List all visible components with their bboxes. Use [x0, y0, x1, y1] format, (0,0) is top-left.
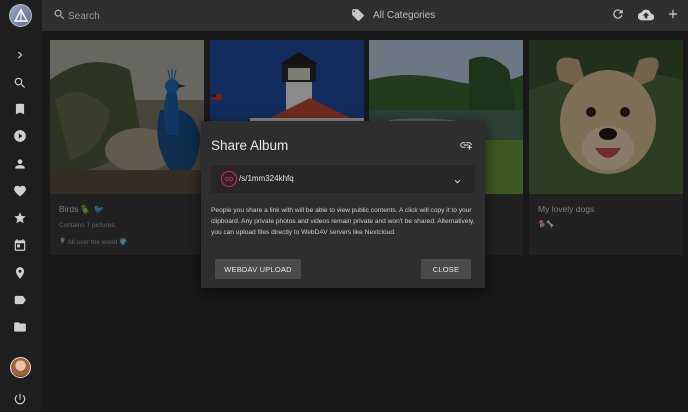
- share-link-value: /s/1mm324khfq: [239, 174, 294, 183]
- avatar[interactable]: [10, 357, 31, 378]
- webdav-upload-button[interactable]: WEBDAV UPLOAD: [215, 259, 301, 279]
- topbar: All Categories: [42, 0, 688, 31]
- search-input[interactable]: [68, 8, 218, 24]
- person-icon[interactable]: [11, 155, 29, 173]
- search-icon[interactable]: [11, 74, 29, 92]
- folder-icon[interactable]: [11, 318, 29, 336]
- tag-icon[interactable]: [351, 8, 365, 27]
- close-button[interactable]: CLOSE: [421, 259, 471, 279]
- category-select[interactable]: All Categories: [373, 10, 435, 21]
- heart-icon[interactable]: [11, 182, 29, 200]
- dialog-title: Share Album: [211, 138, 289, 153]
- search-icon: [53, 8, 66, 26]
- play-icon[interactable]: [11, 127, 29, 145]
- share-link-select[interactable]: /s/1mm324khfq: [211, 165, 475, 193]
- link-icon: [221, 171, 237, 187]
- chevron-down-icon[interactable]: [452, 174, 463, 192]
- label-icon[interactable]: [11, 291, 29, 309]
- chevron-right-icon[interactable]: [11, 46, 29, 64]
- calendar-icon[interactable]: [11, 236, 29, 254]
- add-icon[interactable]: [666, 7, 682, 23]
- app-logo[interactable]: [9, 4, 32, 27]
- cloud-upload-icon[interactable]: [637, 7, 655, 23]
- place-icon[interactable]: [11, 264, 29, 282]
- sidebar: [0, 0, 42, 412]
- star-icon[interactable]: [11, 209, 29, 227]
- share-album-dialog: Share Album /s/1mm324khfq People you sha…: [201, 121, 485, 288]
- bookmark-icon[interactable]: [11, 100, 29, 118]
- refresh-icon[interactable]: [611, 7, 627, 23]
- dialog-description: People you share a link with will be abl…: [211, 207, 475, 236]
- power-icon[interactable]: [11, 390, 29, 408]
- add-link-icon[interactable]: [459, 138, 473, 152]
